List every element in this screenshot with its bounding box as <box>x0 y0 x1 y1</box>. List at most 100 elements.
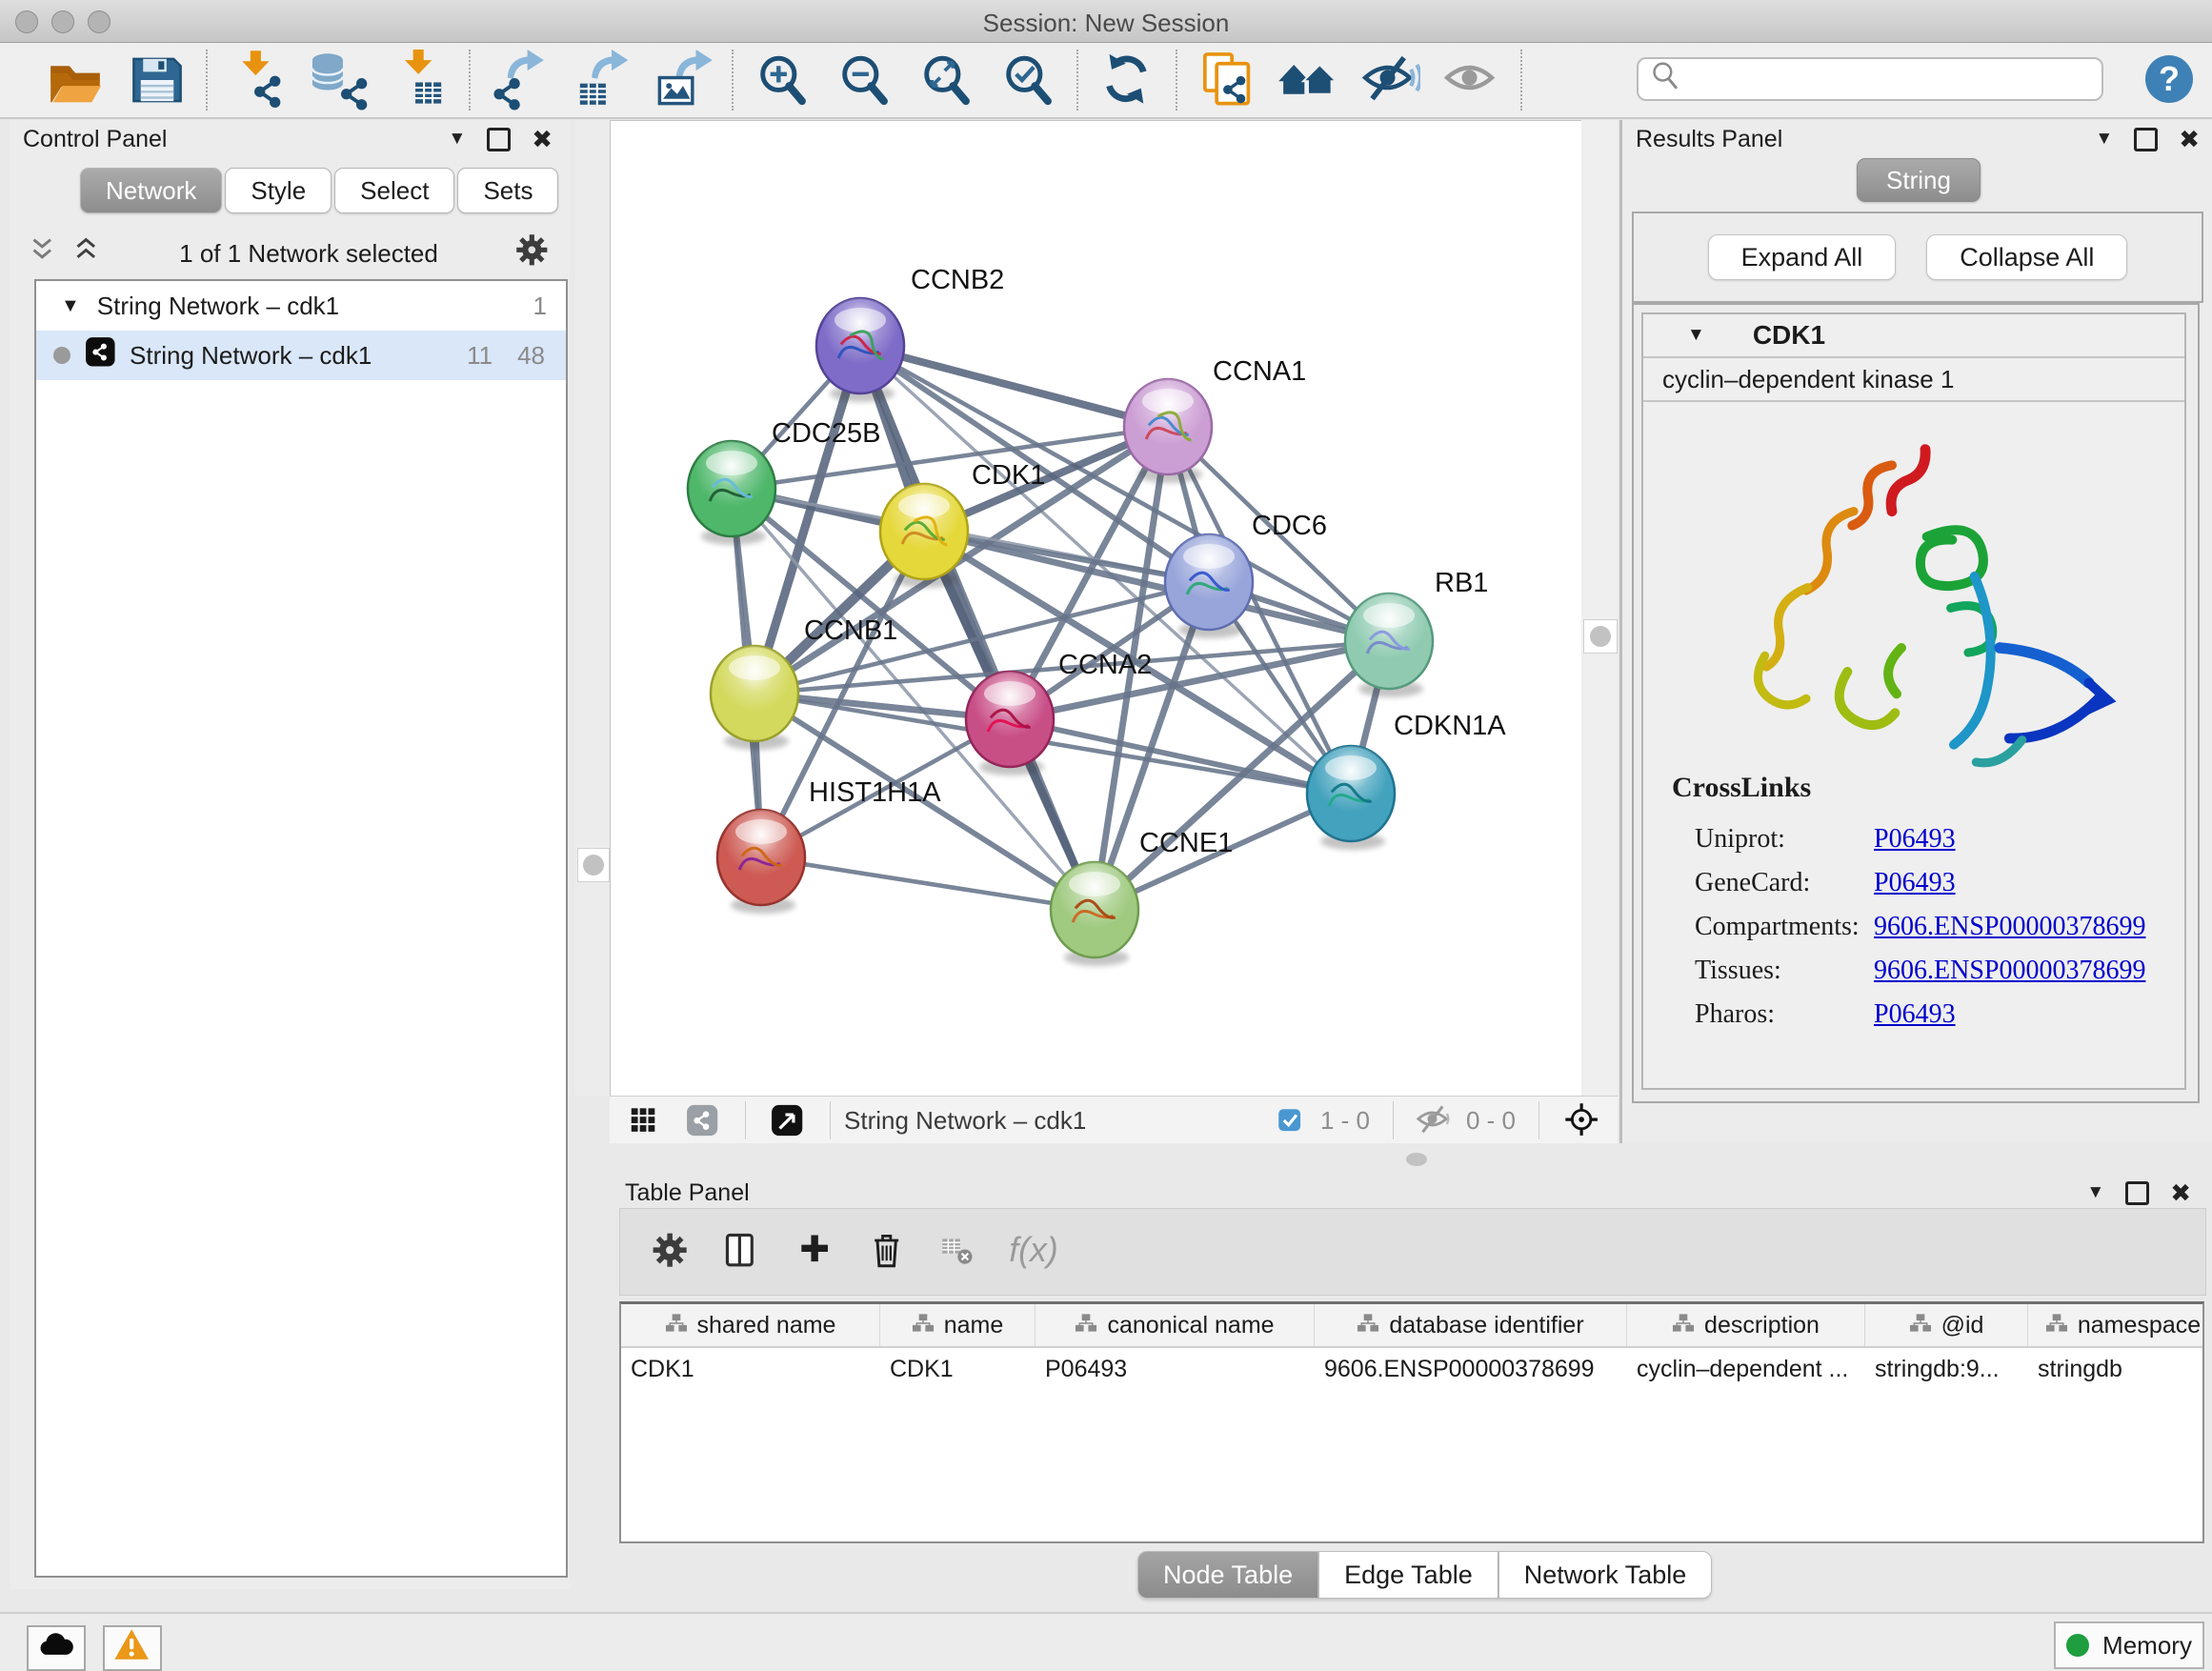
export-table-button[interactable] <box>570 49 633 111</box>
panel-menu-icon[interactable]: ▼ <box>2086 1182 2104 1203</box>
tab-select[interactable]: Select <box>334 168 454 213</box>
results-scroll-area[interactable]: ▼ CDK1 cyclin–dependent kinase 1 <box>1632 303 2200 1103</box>
table-panel: Table Panel ▼ ✖ f(x) shared namenamecano… <box>610 1174 2212 1612</box>
collapse-all-button[interactable]: Collapse All <box>1926 234 2127 280</box>
clone-network-button[interactable] <box>1195 49 1257 111</box>
zoom-selected-button[interactable] <box>996 49 1059 111</box>
crosslink-link[interactable]: P06493 <box>1874 868 1956 898</box>
expand-all-button[interactable]: Expand All <box>1708 234 1897 280</box>
left-splitter-handle[interactable] <box>577 848 610 882</box>
horizontal-splitter-handle[interactable] <box>1406 1153 1427 1166</box>
edge-HIST1H1A-CCNE1[interactable] <box>761 857 1095 910</box>
collection-expand-icon[interactable]: ▼ <box>61 295 80 317</box>
tab-network-table[interactable]: Network Table <box>1498 1551 1713 1599</box>
gene-collapse-icon[interactable]: ▼ <box>1687 325 1705 346</box>
search-input[interactable] <box>1686 65 2101 93</box>
open-button[interactable] <box>44 49 107 111</box>
table-options-gear-icon[interactable] <box>649 1229 694 1275</box>
expand-all-networks-icon[interactable] <box>69 233 105 274</box>
hide-results-button[interactable] <box>1358 49 1421 111</box>
panel-close-icon[interactable]: ✖ <box>2179 125 2200 154</box>
cloud-status-button[interactable] <box>27 1625 86 1671</box>
tab-sets[interactable]: Sets <box>457 168 558 213</box>
column-header-name[interactable]: name <box>880 1304 1036 1346</box>
warnings-button[interactable] <box>103 1625 162 1671</box>
left-splitter[interactable] <box>575 120 610 1096</box>
show-columns-icon[interactable] <box>721 1229 767 1275</box>
panel-float-icon[interactable] <box>487 128 511 151</box>
table-cell[interactable]: stringdb <box>2028 1348 2204 1390</box>
network-view-icon[interactable] <box>682 1099 724 1141</box>
column-header-database-identifier[interactable]: database identifier <box>1315 1304 1627 1346</box>
network-selection-status: 1 of 1 Network selected <box>105 239 513 269</box>
zoom-fit-button[interactable] <box>915 49 977 111</box>
table-row[interactable]: CDK1CDK1P064939606.ENSP00000378699cyclin… <box>621 1348 2202 1390</box>
birds-eye-view-icon[interactable] <box>767 1099 809 1141</box>
column-header-canonical-name[interactable]: canonical name <box>1036 1304 1315 1346</box>
refresh-button[interactable] <box>1096 49 1158 111</box>
selected-checkbox-icon[interactable] <box>1273 1103 1307 1137</box>
network-row-selected[interactable]: String Network – cdk1 11 48 <box>36 331 566 380</box>
function-builder-icon: f(x) <box>1007 1224 1062 1279</box>
right-splitter-handle[interactable] <box>1583 619 1618 654</box>
tab-style[interactable]: Style <box>225 168 332 213</box>
node-CDKN1A[interactable]: CDKN1A <box>1307 711 1506 850</box>
add-column-icon[interactable] <box>794 1229 839 1275</box>
import-table-button[interactable] <box>389 49 452 111</box>
memory-button[interactable]: Memory <box>2054 1621 2204 1669</box>
home-button[interactable] <box>1277 49 1339 111</box>
grid-view-icon[interactable] <box>625 1099 667 1141</box>
horizontal-splitter[interactable] <box>610 1143 2212 1174</box>
panel-float-icon[interactable] <box>2134 128 2158 151</box>
node-HIST1H1A[interactable]: HIST1H1A <box>717 777 941 914</box>
tab-string[interactable]: String <box>1857 158 1981 202</box>
table-cell[interactable]: P06493 <box>1036 1348 1315 1390</box>
fit-selected-crosshair-icon[interactable] <box>1560 1098 1604 1142</box>
tab-node-table[interactable]: Node Table <box>1137 1551 1318 1599</box>
node-CCNA1[interactable]: CCNA1 <box>1124 356 1306 483</box>
attribute-icon <box>2045 1311 2068 1340</box>
network-options-gear-icon[interactable] <box>513 231 554 277</box>
table-toolbar: f(x) <box>619 1208 2206 1296</box>
network-collection-row[interactable]: ▼ String Network – cdk1 1 <box>36 281 566 331</box>
network-canvas[interactable]: CCNB2 CCNA1 CDC25B CDK1 CDC6 RB1 <box>610 120 1582 1097</box>
export-image-button[interactable] <box>652 49 714 111</box>
zoom-out-button[interactable] <box>833 49 895 111</box>
export-network-button[interactable] <box>488 49 551 111</box>
table-cell[interactable]: CDK1 <box>880 1348 1036 1390</box>
crosslink-link[interactable]: P06493 <box>1874 999 1956 1030</box>
table-cell[interactable]: 9606.ENSP00000378699 <box>1315 1348 1627 1390</box>
column-header-shared-name[interactable]: shared name <box>621 1304 880 1346</box>
panel-float-icon[interactable] <box>2125 1181 2149 1205</box>
crosslink-link[interactable]: 9606.ENSP00000378699 <box>1874 956 2145 986</box>
table-cell[interactable]: cyclin–dependent ... <box>1627 1348 1865 1390</box>
panel-menu-icon[interactable]: ▼ <box>448 129 466 150</box>
show-eye-button[interactable] <box>1440 49 1503 111</box>
edge-CCNA2-CDKN1A[interactable] <box>1010 719 1351 794</box>
right-splitter[interactable] <box>1581 120 1618 1096</box>
title-bar: Session: New Session <box>0 0 2212 43</box>
save-button[interactable] <box>126 49 189 111</box>
node-CCNE1[interactable]: CCNE1 <box>1051 828 1233 966</box>
import-network-button[interactable] <box>225 49 288 111</box>
delete-column-icon[interactable] <box>866 1229 912 1275</box>
search-box[interactable] <box>1637 57 2103 101</box>
column-header--id[interactable]: @id <box>1865 1304 2028 1346</box>
node-RB1[interactable]: RB1 <box>1345 568 1488 697</box>
table-cell[interactable]: CDK1 <box>621 1348 880 1390</box>
panel-menu-icon[interactable]: ▼ <box>2095 129 2113 150</box>
crosslink-link[interactable]: P06493 <box>1874 824 1956 855</box>
import-database-button[interactable] <box>307 49 370 111</box>
tab-network[interactable]: Network <box>80 168 222 213</box>
table-cell[interactable]: stringdb:9... <box>1865 1348 2028 1390</box>
tab-edge-table[interactable]: Edge Table <box>1318 1551 1498 1599</box>
column-header-namespace[interactable]: namespace <box>2028 1304 2204 1346</box>
panel-close-icon[interactable]: ✖ <box>2170 1178 2191 1208</box>
zoom-in-button[interactable] <box>751 49 814 111</box>
help-button[interactable]: ? <box>2145 55 2193 103</box>
crosslink-link[interactable]: 9606.ENSP00000378699 <box>1874 912 2145 942</box>
panel-close-icon[interactable]: ✖ <box>532 125 553 154</box>
column-header-description[interactable]: description <box>1627 1304 1865 1346</box>
hidden-eye-icon[interactable] <box>1415 1101 1453 1139</box>
collapse-all-networks-icon[interactable] <box>25 233 61 274</box>
